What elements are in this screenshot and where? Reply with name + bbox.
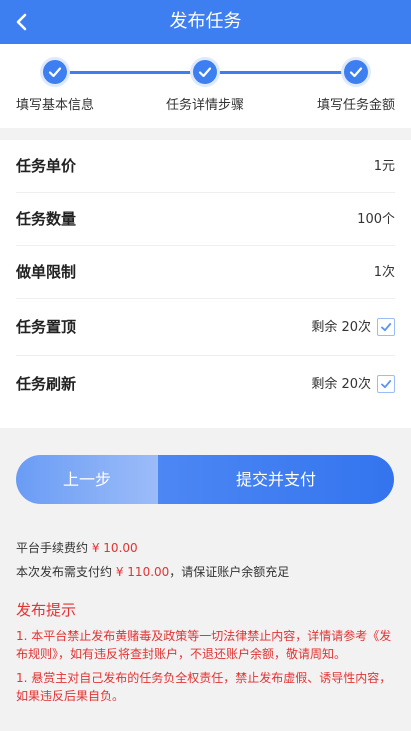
refresh-remaining: 剩余 20次: [311, 377, 371, 392]
pin-top-remaining: 剩余 20次: [311, 320, 371, 335]
fee-summary: 平台手续费约 ¥ 10.00 本次发布需支付约 ¥ 110.00，请保证账户余额…: [16, 538, 396, 586]
pin-top-checkbox[interactable]: [377, 318, 395, 336]
check-icon: [381, 323, 392, 332]
page-title: 发布任务: [169, 11, 242, 32]
field-label: 任务刷新: [16, 375, 77, 393]
progress-stepper: 填写基本信息 任务详情步骤 填写任务金额: [0, 44, 411, 128]
step-label: 任务详情步骤: [165, 98, 244, 113]
step-label: 填写任务金额: [316, 98, 395, 113]
step-task-details: 任务详情步骤: [150, 60, 260, 113]
notice-item: 1. 悬赏主对自己发布的任务负全权责任，禁止发布虚假、诱导性内容，如果违反后果自…: [16, 671, 392, 703]
step-label: 填写基本信息: [15, 98, 94, 113]
row-pin-top: 任务置顶 剩余 20次: [16, 299, 395, 356]
prev-step-button[interactable]: 上一步: [16, 455, 158, 504]
limit-value: 1次: [373, 265, 395, 280]
check-icon: [43, 60, 67, 84]
row-limit[interactable]: 做单限制 1次: [16, 246, 395, 299]
service-fee-value: ¥ 10.00: [91, 541, 138, 555]
total-suffix: ，请保证账户余额充足: [169, 565, 290, 579]
check-icon: [193, 60, 217, 84]
total-payment-line: 本次发布需支付约 ¥ 110.00，请保证账户余额充足: [16, 562, 396, 586]
check-icon: [381, 380, 392, 389]
field-label: 任务置顶: [16, 318, 77, 336]
row-unit-price[interactable]: 任务单价 1元: [16, 140, 395, 193]
unit-price-value: 1元: [373, 159, 395, 174]
notice-item: 1. 本平台禁止发布黄赌毒及政策等一切法律禁止内容，详情请参考《发布规则》，如有…: [16, 629, 392, 661]
row-refresh: 任务刷新 剩余 20次: [16, 356, 395, 413]
service-fee-line: 平台手续费约 ¥ 10.00: [16, 538, 396, 562]
step-basic-info: 填写基本信息: [0, 60, 110, 113]
row-quantity[interactable]: 任务数量 100个: [16, 193, 395, 246]
service-fee-label: 平台手续费约: [16, 541, 89, 555]
app-header: 发布任务: [0, 0, 411, 44]
total-value: ¥ 110.00: [115, 565, 170, 579]
publish-notice: 发布提示 1. 本平台禁止发布黄赌毒及政策等一切法律禁止内容，详情请参考《发布规…: [16, 599, 398, 711]
action-buttons: 上一步 提交并支付: [16, 455, 394, 504]
notice-title: 发布提示: [16, 601, 77, 619]
quantity-value: 100个: [357, 212, 395, 227]
field-label: 做单限制: [16, 263, 77, 281]
field-label: 任务单价: [16, 157, 77, 175]
task-settings-list: 任务单价 1元 任务数量 100个 做单限制 1次 任务置顶 剩余 20次 任务…: [0, 140, 411, 428]
field-label: 任务数量: [16, 210, 77, 228]
step-task-amount: 填写任务金额: [301, 60, 411, 113]
refresh-checkbox[interactable]: [377, 375, 395, 393]
total-label: 本次发布需支付约: [16, 565, 113, 579]
submit-pay-button[interactable]: 提交并支付: [158, 455, 394, 504]
check-icon: [344, 60, 368, 84]
